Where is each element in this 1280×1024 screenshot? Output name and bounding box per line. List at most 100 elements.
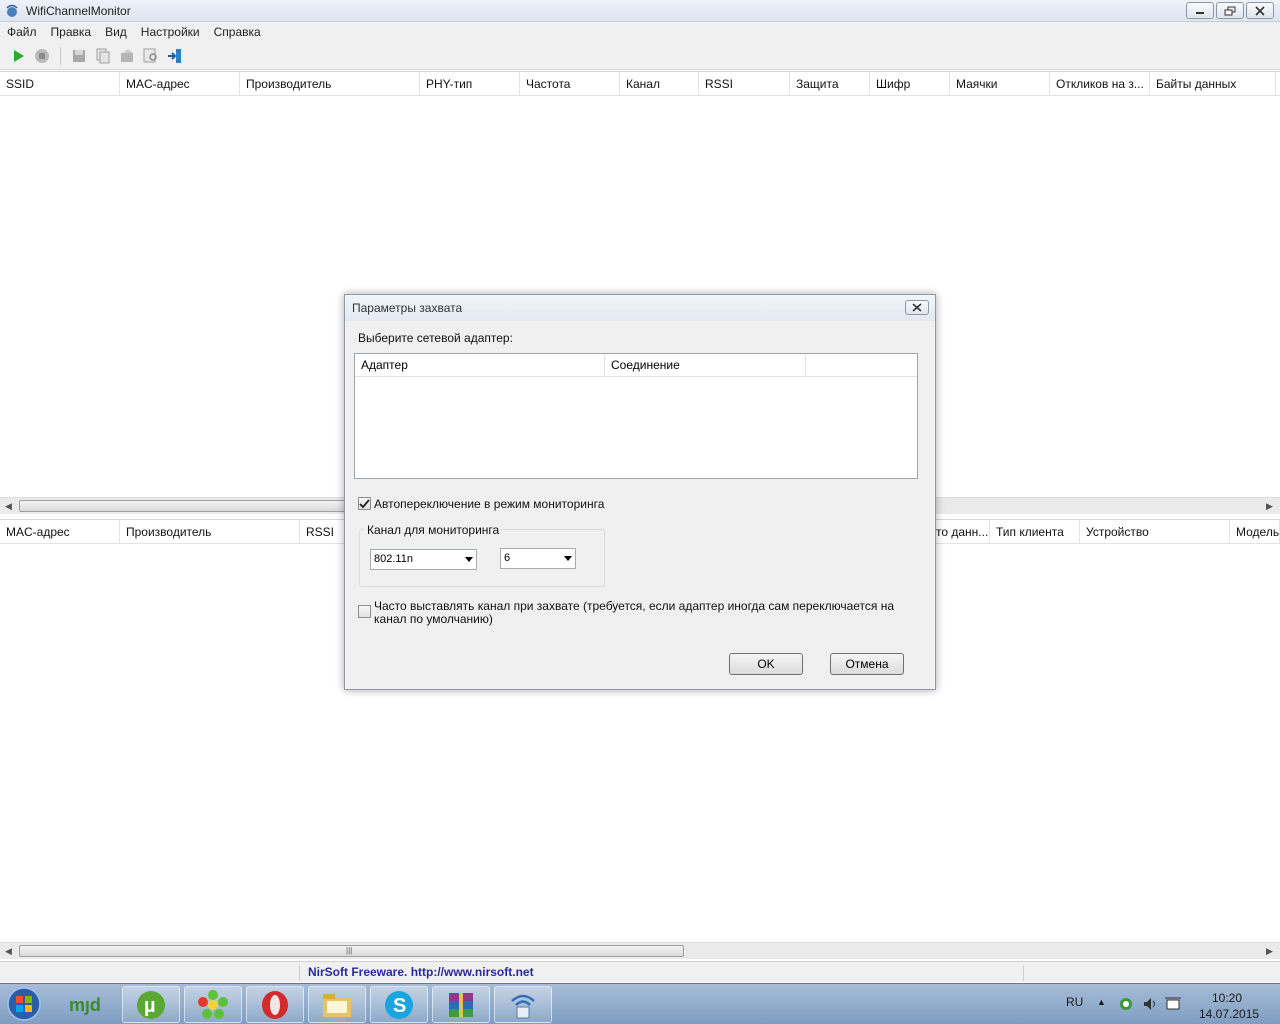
find-button[interactable] [141,46,161,66]
close-icon [912,303,922,312]
col-mac[interactable]: MAC-адрес [120,72,240,96]
taskbar-app-opera[interactable] [246,986,304,1023]
taskbar: mյd µ S RU ▲ 10:20 14.07.2015 [0,983,1280,1024]
wifi-monitor-icon [511,994,535,1018]
svg-text:S: S [393,995,406,1017]
icq-flower-icon [198,989,228,1019]
minimize-button[interactable] [1186,2,1214,19]
utorrent-icon: µ [137,990,165,1019]
toolbar-separator [60,46,61,65]
taskbar-app-wifichannelmonitor[interactable] [494,986,552,1023]
phy-type-combobox[interactable]: 802.11n [370,549,477,570]
col-phy[interactable]: PHY-тип [420,72,520,96]
taskbar-app-explorer[interactable] [308,986,366,1023]
ok-button[interactable]: OK [729,653,803,675]
col-data-bytes[interactable]: Байты данных [1150,72,1276,96]
mydefrag-icon: mյd [69,995,101,1016]
svg-text:µ: µ [144,995,156,1017]
col-adapter[interactable]: Адаптер [355,354,605,377]
find-icon [143,48,157,62]
col-ssid[interactable]: SSID [0,72,120,96]
menu-file[interactable]: Файл [7,25,37,39]
taskbar-app-utorrent[interactable]: µ [122,986,180,1023]
exit-icon [168,48,181,63]
restore-button[interactable] [1216,2,1244,19]
skype-icon: S [385,990,413,1019]
dialog-title-bar[interactable]: Параметры захвата [345,295,935,321]
close-button[interactable] [1246,2,1274,19]
status-cell [300,965,1024,981]
checkmark-icon [359,499,370,509]
channel-combobox[interactable]: 6 [500,548,576,569]
col-client-type[interactable]: Тип клиента [990,520,1080,544]
windows-start-icon [7,987,41,1021]
cancel-button[interactable]: Отмена [830,653,904,675]
often-set-channel-label[interactable]: Часто выставлять канал при захвате (треб… [374,600,919,626]
language-indicator[interactable]: RU [1066,995,1083,1009]
clock-time[interactable]: 10:20 [1212,991,1242,1005]
col-beacons[interactable]: Маячки [950,72,1050,96]
scroll-right-arrow[interactable]: ▶ [1266,501,1273,512]
adapter-list[interactable]: Адаптер Соединение [354,353,918,479]
clock-date[interactable]: 14.07.2015 [1199,1007,1259,1021]
col-rssi[interactable]: RSSI [699,72,790,96]
copy-button[interactable] [93,46,113,66]
copy-icon [96,48,110,63]
channel-group-label: Канал для мониторинга [364,523,503,537]
start-button[interactable] [4,986,48,1022]
play-icon [14,49,24,62]
channel-value: 6 [504,552,511,564]
show-hidden-icons-icon[interactable]: ▲ [1097,997,1106,1007]
often-set-channel-checkbox[interactable] [358,605,371,618]
col-vendor[interactable]: Производитель [240,72,420,96]
save-icon [73,49,85,62]
properties-button[interactable] [117,46,137,66]
taskbar-app-skype[interactable]: S [370,986,428,1023]
save-button[interactable] [69,46,89,66]
col-channel[interactable]: Канал [620,72,699,96]
action-center-icon[interactable] [1165,996,1181,1012]
menu-view[interactable]: Вид [105,25,127,39]
winrar-icon [449,992,473,1017]
auto-monitor-label[interactable]: Автопереключение в режим мониторинга [374,497,604,511]
adapter-list-header: Адаптер Соединение [355,354,917,377]
dialog-close-button[interactable] [905,300,929,315]
col-client-vendor[interactable]: Производитель [120,520,300,544]
col-client-model[interactable]: Модель [1230,520,1280,544]
taskbar-app-winrar[interactable] [432,986,490,1023]
col-client-device[interactable]: Устройство [1080,520,1230,544]
scroll-right-arrow[interactable]: ▶ [1266,946,1273,957]
clients-hscrollbar[interactable]: ◀ ||| ▶ [0,942,1280,959]
menu-settings[interactable]: Настройки [141,25,200,39]
close-icon [1255,5,1265,16]
menu-edit[interactable]: Правка [51,25,92,39]
scroll-left-arrow[interactable]: ◀ [5,501,12,512]
network-tray-icon[interactable] [1118,996,1134,1012]
toolbar [0,42,1280,70]
taskbar-app-mydefrag[interactable]: mյd [60,986,118,1023]
status-cell [0,965,300,981]
col-client-mac[interactable]: MAC-адрес [0,520,120,544]
col-cipher[interactable]: Шифр [870,72,950,96]
stop-capture-button[interactable] [32,46,52,66]
menu-help[interactable]: Справка [214,25,261,39]
title-bar: WifiChannelMonitor [0,0,1280,22]
app-icon [6,4,18,17]
exit-button[interactable] [165,46,185,66]
properties-icon [121,48,133,62]
col-responses[interactable]: Откликов на з... [1050,72,1150,96]
status-bar: NirSoft Freeware. http://www.nirsoft.net [0,961,1280,982]
folder-icon [323,993,351,1017]
chevron-down-icon [564,556,572,561]
capture-options-dialog: Параметры захвата Выберите сетевой адапт… [344,294,936,690]
col-frequency[interactable]: Частота [520,72,620,96]
col-connection[interactable]: Соединение [605,354,806,377]
chevron-down-icon [465,557,473,562]
taskbar-app-icq[interactable] [184,986,242,1023]
start-capture-button[interactable] [8,46,28,66]
phy-type-value: 802.11n [374,553,413,565]
col-security[interactable]: Защита [790,72,870,96]
volume-icon[interactable] [1142,996,1158,1012]
scroll-left-arrow[interactable]: ◀ [5,946,12,957]
auto-monitor-checkbox[interactable] [358,497,371,510]
